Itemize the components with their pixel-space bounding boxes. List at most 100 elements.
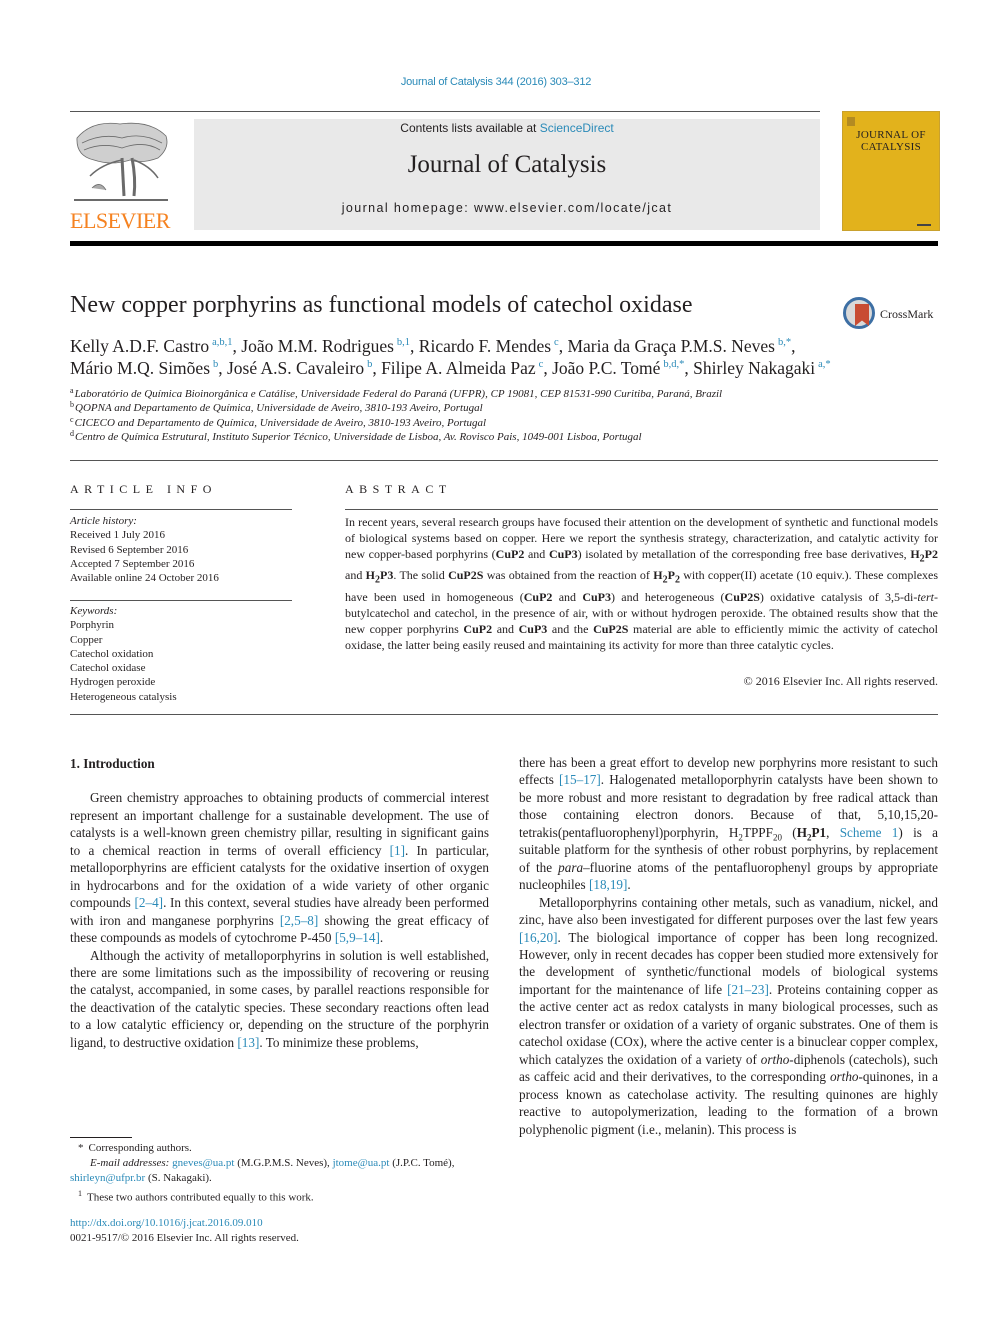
- body-paragraph: Green chemistry approaches to obtaining …: [70, 789, 489, 946]
- article-history-label: Article history:: [70, 515, 137, 527]
- text-run: and: [492, 621, 519, 636]
- text-run: ) isolated by metallation of the corresp…: [577, 547, 911, 561]
- abstract-heading: ABSTRACT: [345, 482, 452, 496]
- text-run: P3: [380, 568, 394, 583]
- crossmark-label: CrossMark: [880, 307, 934, 321]
- elsevier-tree-icon: [74, 122, 168, 201]
- citation-link[interactable]: [21–23]: [727, 982, 769, 997]
- keyword[interactable]: Catechol oxidation: [70, 647, 300, 661]
- body-paragraph: Although the activity of metalloporphyri…: [70, 947, 489, 1052]
- header-thick-rule: [70, 241, 938, 246]
- text-run: H: [796, 824, 807, 840]
- body-paragraph: Metalloporphyrins containing other metal…: [519, 894, 938, 1138]
- author-affiliation-marker[interactable]: b,d,*: [663, 359, 684, 370]
- doi-link[interactable]: http://dx.doi.org/10.1016/j.jcat.2016.09…: [70, 1216, 299, 1231]
- author-name[interactable]: João P.C. Tomé: [552, 358, 660, 378]
- journal-masthead: Contents lists available at ScienceDirec…: [194, 119, 820, 230]
- author-name[interactable]: Mário M.Q. Simões: [70, 358, 210, 378]
- citation-link[interactable]: [13]: [237, 1035, 259, 1050]
- text-run: H: [910, 547, 920, 561]
- affiliation-key: c: [70, 414, 74, 424]
- author-name[interactable]: João M.M. Rodrigues: [241, 336, 394, 356]
- abstract-copyright: © 2016 Elsevier Inc. All rights reserved…: [743, 674, 938, 688]
- citation-link[interactable]: Scheme 1: [840, 825, 899, 840]
- text-run: and the: [547, 621, 594, 636]
- author-separator: ,: [543, 358, 553, 378]
- keyword[interactable]: Heterogeneous catalysis: [70, 690, 300, 704]
- text-run: CuP2: [495, 547, 525, 561]
- author-separator: ,: [372, 358, 382, 378]
- keyword[interactable]: Catechol oxidase: [70, 661, 300, 675]
- text-run: ortho: [760, 1051, 790, 1067]
- email-label: E-mail addresses:: [90, 1157, 173, 1169]
- text-run: para: [558, 859, 584, 875]
- author-name[interactable]: Kelly A.D.F. Castro: [70, 336, 209, 356]
- article-info-rule: [70, 509, 292, 510]
- crossmark-icon: [843, 297, 875, 329]
- author-affiliation-marker[interactable]: a,b,1: [212, 337, 232, 348]
- email-link[interactable]: jtome@ua.pt: [333, 1157, 390, 1169]
- cover-title-line1: JOURNAL OF: [856, 129, 926, 141]
- text-run: P1: [811, 824, 827, 840]
- journal-cover[interactable]: JOURNAL OF CATALYSIS: [842, 111, 940, 231]
- citation-link[interactable]: [1]: [390, 843, 405, 858]
- text-run: CuP2: [463, 621, 493, 636]
- author-name[interactable]: Ricardo F. Mendes: [419, 336, 551, 356]
- keyword[interactable]: Hydrogen peroxide: [70, 675, 300, 689]
- text-run: CuP2S: [593, 621, 629, 636]
- author-name[interactable]: Shirley Nakagaki: [693, 358, 815, 378]
- affiliation-key: a: [70, 386, 74, 395]
- author-affiliation-marker[interactable]: b,1: [397, 337, 410, 348]
- email-link[interactable]: gneves@ua.pt: [172, 1157, 234, 1169]
- author-affiliation-marker[interactable]: a,*: [818, 359, 831, 370]
- issn-copyright: 0021-9517/© 2016 Elsevier Inc. All right…: [70, 1232, 299, 1244]
- text-run: TPPF: [742, 824, 773, 840]
- affiliation-list: aLaboratório de Química Bioinorgânica e …: [70, 387, 950, 445]
- citation-link[interactable]: [15–17]: [559, 772, 601, 787]
- author-affiliation-marker[interactable]: b,*: [778, 337, 791, 348]
- citation-link[interactable]: [2,5–8]: [280, 913, 318, 928]
- cover-title-line2: CATALYSIS: [860, 141, 921, 153]
- author-name[interactable]: Filipe A. Almeida Paz: [381, 358, 536, 378]
- author-name[interactable]: Maria da Graça P.M.S. Neves: [567, 336, 775, 356]
- citation-link[interactable]: [5,9–14]: [335, 930, 380, 945]
- cover-footer-mark: [917, 224, 931, 226]
- author-name[interactable]: José A.S. Cavaleiro: [227, 358, 364, 378]
- affiliation-rule: [70, 460, 938, 461]
- author-separator: ,: [410, 336, 419, 356]
- email-link[interactable]: shirleyn@ufpr.br: [70, 1172, 145, 1184]
- history-item: Accepted 7 September 2016: [70, 557, 195, 570]
- text-run: CuP2: [523, 589, 553, 604]
- body-column-right: there has been a great effort to develop…: [519, 754, 938, 1138]
- text-run: ) oxidative catalysis of 3,5-di-: [759, 589, 918, 604]
- cover-publisher-icon: [847, 117, 855, 126]
- elsevier-logo[interactable]: ELSEVIER: [70, 118, 180, 236]
- crossmark-button[interactable]: CrossMark: [843, 297, 943, 333]
- text-run: H: [653, 568, 663, 583]
- history-item: Received 1 July 2016: [70, 529, 166, 542]
- text-run: CuP2S: [448, 568, 484, 583]
- citation-link[interactable]: [16,20]: [519, 930, 557, 945]
- citation-link[interactable]: [2–4]: [134, 895, 163, 910]
- equal-text: These two authors contributed equally to…: [87, 1191, 314, 1204]
- footnote-corresponding: * Corresponding authors.: [70, 1141, 490, 1156]
- publisher-name: ELSEVIER: [70, 208, 170, 233]
- text-run: . The solid: [393, 568, 449, 583]
- sciencedirect-link[interactable]: ScienceDirect: [540, 121, 614, 135]
- footnote-emails: E-mail addresses: gneves@ua.pt (M.G.P.M.…: [70, 1156, 490, 1186]
- text-run: ortho: [829, 1069, 859, 1085]
- text-run: .: [627, 877, 631, 893]
- journal-homepage[interactable]: journal homepage: www.elsevier.com/locat…: [194, 201, 820, 215]
- text-run: was obtained from the reaction of: [483, 568, 654, 583]
- affiliation-key: d: [70, 429, 74, 439]
- subscript: 20: [772, 832, 782, 843]
- text-run: . To minimize these problems,: [259, 1034, 419, 1050]
- affiliation-text: CICECO and Departamento de Química, Univ…: [74, 416, 487, 429]
- doi-block: http://dx.doi.org/10.1016/j.jcat.2016.09…: [70, 1216, 299, 1246]
- citation-link[interactable]: [18,19]: [589, 877, 627, 892]
- keyword[interactable]: Porphyrin: [70, 618, 300, 632]
- keyword[interactable]: Copper: [70, 633, 300, 647]
- contents-line: Contents lists available at ScienceDirec…: [194, 121, 820, 135]
- affiliation-key: b: [70, 400, 74, 410]
- journal-citation[interactable]: Journal of Catalysis 344 (2016) 303–312: [0, 76, 992, 88]
